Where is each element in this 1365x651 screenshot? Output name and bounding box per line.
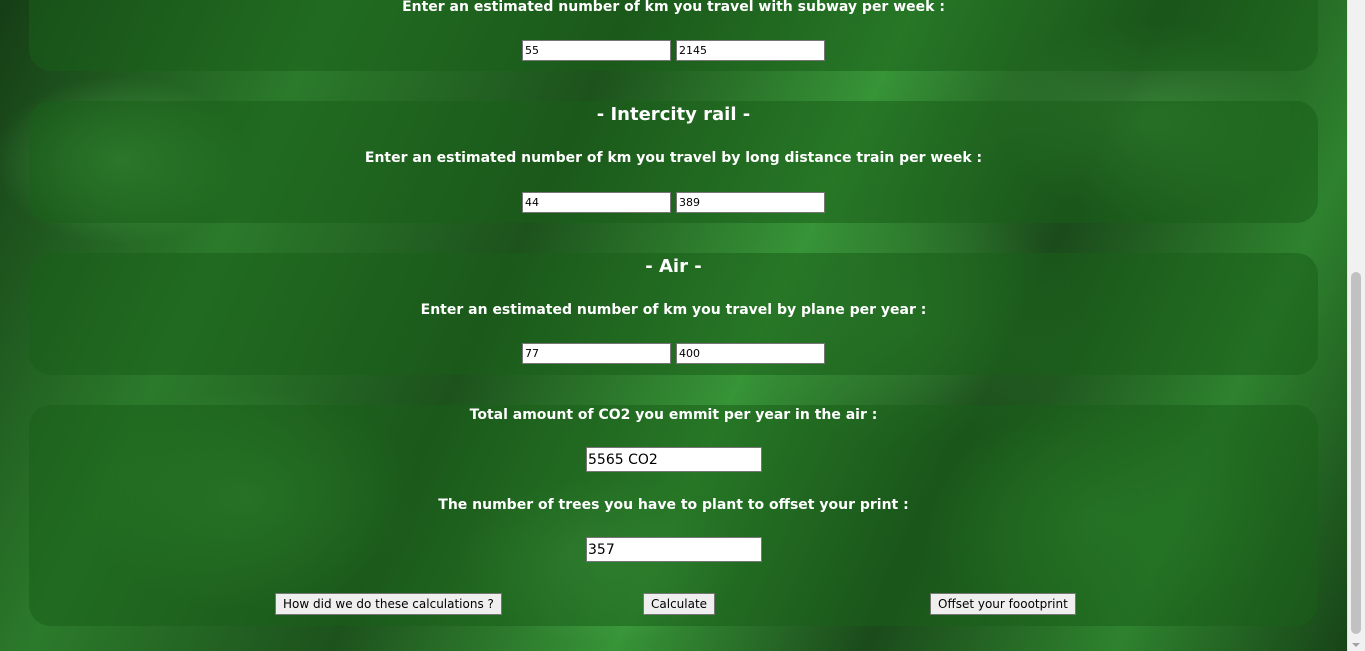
air-label: Enter an estimated number of km you trav… [420,302,927,318]
intercity-input-2[interactable] [676,192,825,213]
air-title: - Air - [645,256,702,277]
scroll-down-arrow-icon[interactable] [1352,643,1360,647]
how-calculations-button[interactable]: How did we do these calculations ? [275,593,502,615]
calculate-button[interactable]: Calculate [643,593,716,615]
scrollbar-thumb[interactable] [1351,272,1361,634]
intercity-input-1[interactable] [522,192,671,213]
co2-output[interactable] [586,447,762,472]
subway-label: Enter an estimated number of km you trav… [402,0,945,15]
air-section: - Air - Enter an estimated number of km … [29,253,1318,375]
trees-label: The number of trees you have to plant to… [438,497,909,513]
intercity-title: - Intercity rail - [596,104,751,125]
subway-input-2[interactable] [676,40,825,61]
vertical-scrollbar[interactable] [1347,0,1365,651]
co2-label: Total amount of CO2 you emmit per year i… [469,407,878,423]
air-input-2[interactable] [676,343,825,364]
trees-output[interactable] [586,537,762,562]
intercity-section: - Intercity rail - Enter an estimated nu… [29,101,1318,223]
subway-input-1[interactable] [522,40,671,61]
air-input-1[interactable] [522,343,671,364]
offset-footprint-button[interactable]: Offset your foootprint [930,593,1076,615]
subway-section: Enter an estimated number of km you trav… [29,0,1318,71]
intercity-label: Enter an estimated number of km you trav… [364,150,983,166]
